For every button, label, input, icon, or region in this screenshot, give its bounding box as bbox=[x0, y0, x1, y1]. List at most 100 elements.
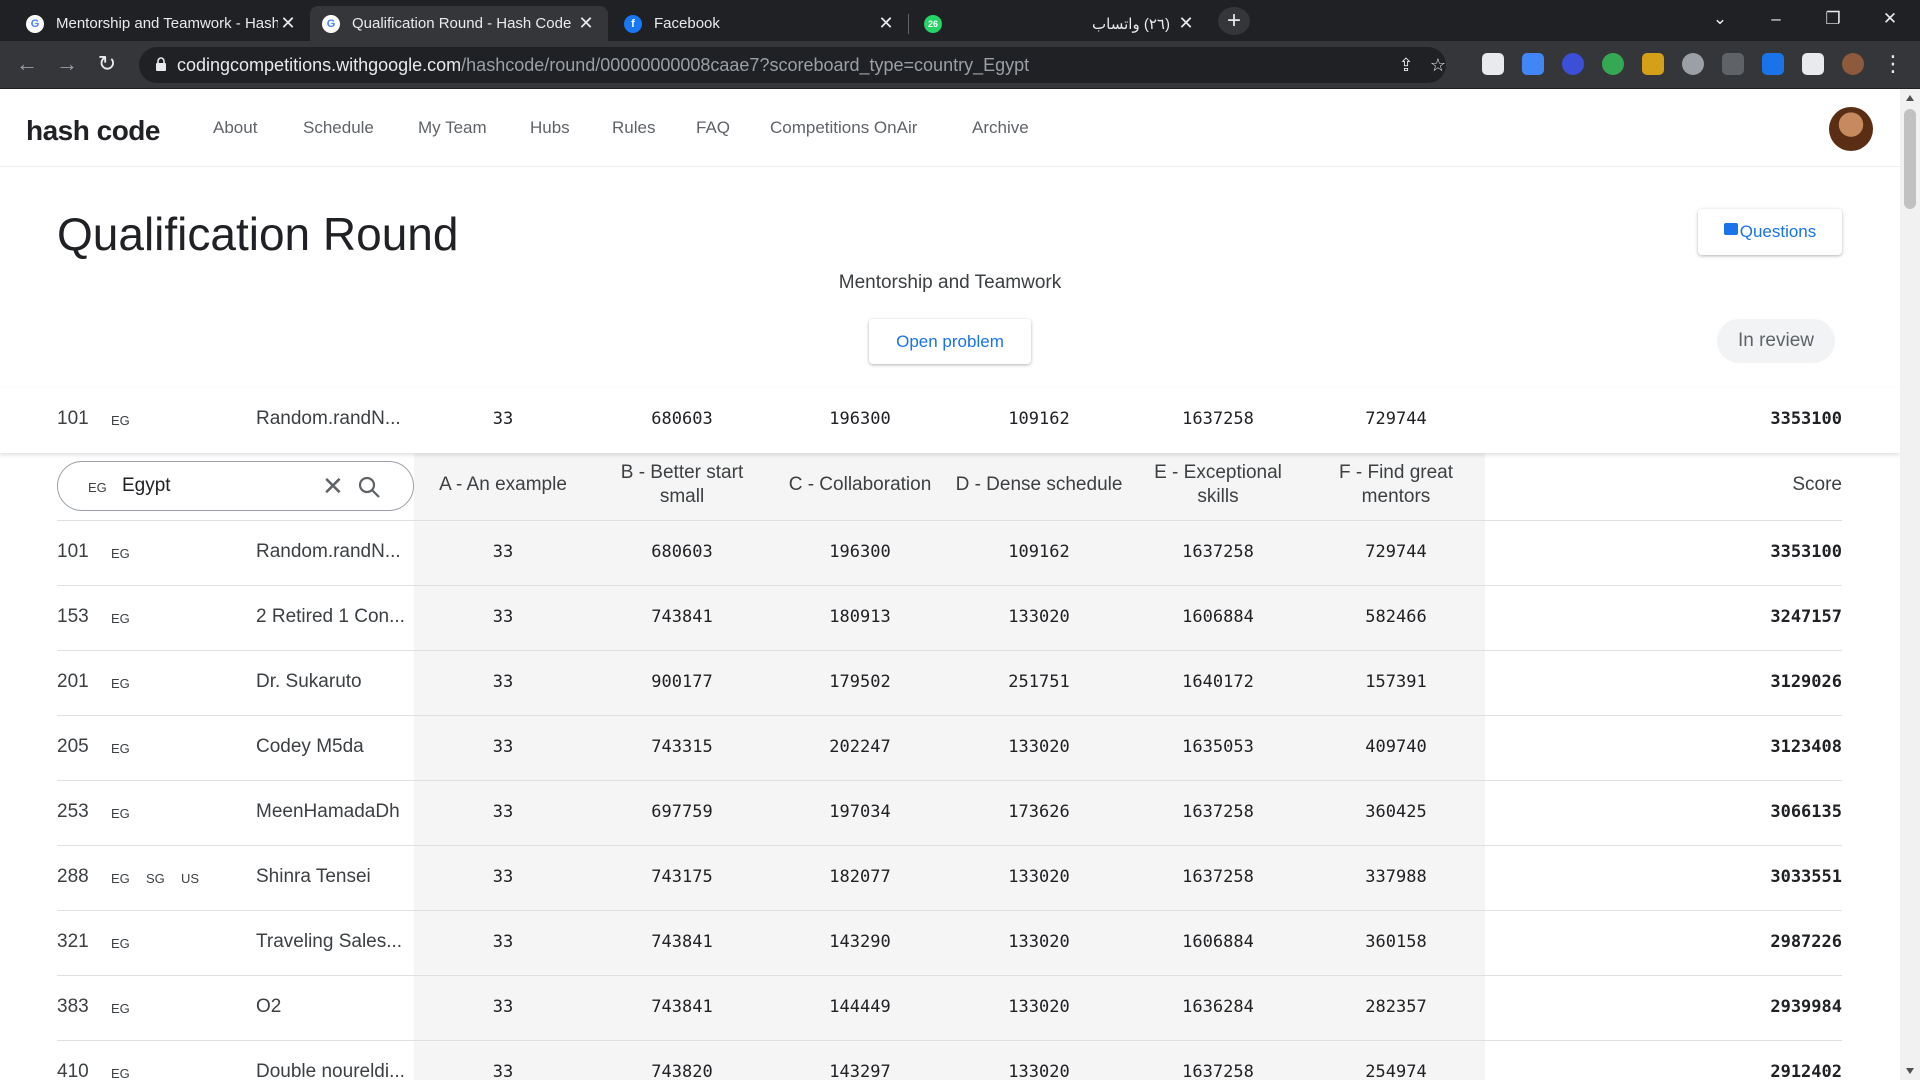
page-scrollbar[interactable] bbox=[1900, 89, 1920, 1080]
score-d: 133020 bbox=[1008, 607, 1070, 627]
scroll-down-icon[interactable] bbox=[1906, 1068, 1914, 1074]
forward-icon[interactable]: → bbox=[54, 52, 80, 78]
score-a: 33 bbox=[492, 932, 514, 952]
score-b: 743315 bbox=[651, 737, 713, 757]
extension-puzzle-icon[interactable] bbox=[1722, 53, 1744, 75]
score-b: 743841 bbox=[651, 607, 713, 627]
tab-title: (٢٦) واتساب bbox=[1092, 15, 1170, 33]
bookmark-star-icon[interactable]: ☆ bbox=[1427, 54, 1449, 76]
team-name[interactable]: O2 bbox=[256, 996, 416, 1018]
close-window-icon[interactable]: ✕ bbox=[1870, 0, 1910, 41]
url-text: codingcompetitions.withgoogle.com/hashco… bbox=[177, 55, 1030, 75]
extension-chart-icon[interactable] bbox=[1642, 53, 1664, 75]
minimize-icon[interactable]: – bbox=[1756, 0, 1796, 41]
team-name[interactable]: Shinra Tensei bbox=[256, 866, 416, 888]
score-f: 282357 bbox=[1365, 997, 1427, 1017]
lock-icon bbox=[156, 57, 166, 71]
user-avatar[interactable] bbox=[1829, 107, 1873, 151]
team-name[interactable]: 2 Retired 1 Con... bbox=[256, 606, 416, 628]
nav-hubs[interactable]: Hubs bbox=[530, 118, 570, 138]
scrollbar-thumb[interactable] bbox=[1904, 109, 1916, 209]
close-tab-icon[interactable]: ✕ bbox=[876, 13, 896, 34]
nav-about[interactable]: About bbox=[213, 118, 257, 138]
scoreboard-row[interactable]: 153 EG 2 Retired 1 Con... 33 743841 180913 133… bbox=[0, 586, 1900, 651]
team-name[interactable]: MeenHamadaDh bbox=[256, 801, 416, 823]
new-tab-button[interactable]: + bbox=[1218, 7, 1250, 35]
open-problem-button[interactable]: Open problem bbox=[869, 319, 1031, 364]
rank: 101 bbox=[57, 541, 89, 562]
score-d: 109162 bbox=[1008, 542, 1070, 562]
tab-title: Qualification Round - Hash Code bbox=[352, 15, 572, 32]
extension-cloud-icon[interactable] bbox=[1682, 53, 1704, 75]
score-c: 144449 bbox=[829, 997, 891, 1017]
rank: 383 bbox=[57, 996, 89, 1017]
scoreboard-row[interactable]: 253 EG MeenHamadaDh 33 697759 197034 173626 163… bbox=[0, 781, 1900, 846]
back-icon[interactable]: ← bbox=[14, 52, 40, 78]
tab-separator bbox=[908, 14, 909, 34]
country-code: EG bbox=[111, 546, 130, 561]
score-c: 180913 bbox=[829, 607, 891, 627]
tab-search-icon[interactable]: ⌄ bbox=[1700, 0, 1740, 41]
close-tab-icon[interactable]: ✕ bbox=[1176, 13, 1196, 34]
browser-tab-4[interactable]: 26 (٢٦) واتساب ✕ bbox=[912, 6, 1208, 41]
extension-plus-icon[interactable] bbox=[1602, 53, 1624, 75]
score-e: 1636284 bbox=[1182, 997, 1254, 1017]
questions-button[interactable]: Questions bbox=[1698, 209, 1842, 255]
nav-my-team[interactable]: My Team bbox=[418, 118, 487, 138]
score-e: 1635053 bbox=[1182, 737, 1254, 757]
score-e: 1606884 bbox=[1182, 932, 1254, 952]
own-team-row[interactable]: 101 EG Random.randN... 33 680603 196300 … bbox=[0, 388, 1900, 453]
scoreboard-row[interactable]: 410 EG Double noureldi... 33 743820 143297 133… bbox=[0, 1041, 1900, 1080]
search-icon[interactable] bbox=[357, 475, 381, 499]
reload-icon[interactable]: ↻ bbox=[94, 52, 120, 78]
address-bar[interactable]: codingcompetitions.withgoogle.com/hashco… bbox=[139, 47, 1446, 83]
scoreboard-row[interactable]: 205 EG Codey M5da 33 743315 202247 133020 16350… bbox=[0, 716, 1900, 781]
scroll-up-icon[interactable] bbox=[1906, 95, 1914, 101]
status-badge: In review bbox=[1717, 319, 1835, 363]
extension-image-icon[interactable] bbox=[1762, 53, 1784, 75]
nav-schedule[interactable]: Schedule bbox=[303, 118, 374, 138]
team-name[interactable]: Random.randN... bbox=[256, 541, 416, 563]
country-filter-input[interactable]: EG Egypt ✕ bbox=[57, 461, 414, 511]
share-icon[interactable]: ⇪ bbox=[1395, 54, 1417, 76]
team-name[interactable]: Codey M5da bbox=[256, 736, 416, 758]
score-a: 33 bbox=[492, 867, 514, 887]
browser-tab-3[interactable]: f Facebook ✕ bbox=[612, 6, 908, 41]
nav-rules[interactable]: Rules bbox=[612, 118, 655, 138]
team-name[interactable]: Dr. Sukaruto bbox=[256, 671, 416, 693]
scoreboard-row[interactable]: 383 EG O2 33 743841 144449 133020 1636284 282357… bbox=[0, 976, 1900, 1041]
browser-tab-1[interactable]: G Mentorship and Teamwork - Hash ✕ bbox=[14, 6, 310, 41]
extension-icon[interactable] bbox=[1482, 53, 1504, 75]
score-b: 743175 bbox=[651, 867, 713, 887]
team-name[interactable]: Random.randN... bbox=[256, 408, 416, 430]
scoreboard-row[interactable]: 101 EG Random.randN... 33 680603 196300 109162… bbox=[0, 521, 1900, 586]
nav-faq[interactable]: FAQ bbox=[696, 118, 730, 138]
extensions-menu-icon[interactable] bbox=[1802, 53, 1824, 75]
column-header-b: B - Better start small bbox=[620, 462, 744, 507]
score-a: 33 bbox=[492, 997, 514, 1017]
nav-archive[interactable]: Archive bbox=[972, 118, 1029, 138]
total-score: 3129026 bbox=[1770, 672, 1842, 692]
column-header-e: E - Exceptional skills bbox=[1154, 462, 1282, 507]
restore-icon[interactable]: ❐ bbox=[1813, 0, 1853, 41]
profile-avatar-icon[interactable] bbox=[1842, 53, 1864, 75]
scoreboard-row[interactable]: 288 EG SG US Shinra Tensei 33 743175 182077 1330… bbox=[0, 846, 1900, 911]
extension-k-icon[interactable] bbox=[1562, 53, 1584, 75]
scoreboard-row[interactable]: 321 EG Traveling Sales... 33 743841 143290 133… bbox=[0, 911, 1900, 976]
browser-menu-icon[interactable]: ⋮ bbox=[1880, 52, 1906, 78]
total-score: 2912402 bbox=[1770, 1062, 1842, 1080]
nav-competitions-onair[interactable]: Competitions OnAir bbox=[770, 118, 917, 138]
problem-name: Mentorship and Teamwork bbox=[838, 272, 1062, 293]
browser-tab-2[interactable]: G Qualification Round - Hash Code ✕ bbox=[310, 6, 608, 41]
translate-icon[interactable] bbox=[1522, 53, 1544, 75]
team-name[interactable]: Traveling Sales... bbox=[256, 931, 416, 953]
score-d: 251751 bbox=[1008, 672, 1070, 692]
country-code: EG bbox=[111, 936, 130, 951]
team-name[interactable]: Double noureldi... bbox=[256, 1061, 416, 1080]
scoreboard-row[interactable]: 201 EG Dr. Sukaruto 33 900177 179502 251751 164… bbox=[0, 651, 1900, 716]
close-tab-icon[interactable]: ✕ bbox=[576, 13, 596, 34]
close-tab-icon[interactable]: ✕ bbox=[278, 13, 298, 34]
brand-logo[interactable]: hash code bbox=[26, 115, 160, 147]
clear-filter-icon[interactable]: ✕ bbox=[322, 471, 344, 502]
total-score: 2939984 bbox=[1770, 997, 1842, 1017]
